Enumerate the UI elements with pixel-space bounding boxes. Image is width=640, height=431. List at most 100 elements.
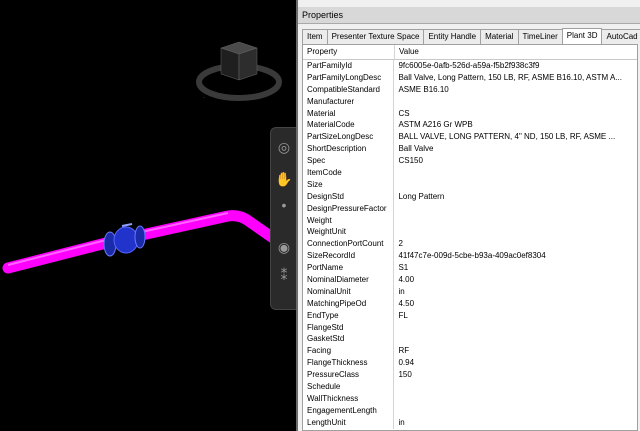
property-name: Schedule [303, 381, 395, 393]
tab-material[interactable]: Material [480, 29, 519, 44]
property-row[interactable]: MatchingPipeOd 4.50 [303, 297, 637, 310]
property-value [394, 226, 637, 238]
property-value [394, 203, 637, 215]
property-name: GasketStd [303, 333, 395, 346]
property-name: PartFamilyId [303, 60, 395, 72]
property-value: 4.00 [398, 275, 415, 285]
property-name: Spec [303, 155, 395, 168]
tab-timeliner[interactable]: TimeLiner [517, 29, 563, 44]
property-row[interactable]: PartSizeLongDesc BALL VALVE, LONG PATTERN… [303, 131, 637, 144]
property-row[interactable]: FlangeThickness 0.94 [303, 357, 637, 370]
properties-panel: Properties Item Presenter Texture Space … [296, 0, 640, 431]
property-name: NominalUnit [303, 285, 395, 298]
walk-icon[interactable]: ⁑ [275, 266, 293, 284]
property-name: PortName [303, 262, 395, 275]
property-name: MaterialCode [303, 119, 395, 132]
orbit-icon[interactable]: ◉ [275, 238, 293, 256]
ball-valve[interactable] [103, 223, 146, 257]
tab-entity-handle[interactable]: Entity Handle [423, 29, 482, 44]
property-row[interactable]: Material CS [303, 107, 637, 120]
property-value: in [398, 417, 405, 427]
property-row[interactable]: DesignStd Long Pattern [303, 190, 637, 203]
property-row[interactable]: FlangeStd [303, 321, 637, 334]
property-row[interactable]: WallThickness [303, 392, 637, 405]
property-row[interactable]: PartFamilyId 9fc6005e-0afb-526d-a59a-f5b2… [303, 60, 637, 72]
property-name: WallThickness [303, 392, 395, 405]
property-name: Material [303, 107, 395, 120]
property-row[interactable]: ItemCode [303, 167, 637, 179]
property-value: CS [398, 108, 410, 118]
property-value: Ball Valve [398, 144, 434, 154]
property-grid[interactable]: Property Value PartFamilyId 9fc6005e-0afb… [302, 44, 638, 431]
compass-marker: · [203, 95, 205, 101]
property-row[interactable]: NominalDiameter 4.00 [303, 274, 637, 286]
property-row[interactable]: CompatibleStandard ASME B16.10 [303, 83, 637, 96]
property-value: ASTM A216 Gr WPB [398, 120, 473, 130]
column-header-property[interactable]: Property [303, 45, 395, 59]
property-value: FL [398, 310, 408, 320]
property-name: WeightUnit [303, 226, 395, 239]
property-row[interactable]: DesignPressureFactor [303, 202, 637, 215]
property-row[interactable]: NominalUnit in [303, 285, 637, 298]
tab-autocad[interactable]: AutoCad [601, 29, 640, 44]
property-value [394, 393, 637, 405]
property-name: FlangeStd [303, 321, 395, 334]
navigation-bar: ◎ ✋ • ◉ ⁑ [270, 127, 296, 310]
property-value [394, 179, 637, 191]
property-name: Weight [303, 214, 395, 227]
property-row[interactable]: SizeRecordId 41f47c7e-009d-5cbe-b93a-409a… [303, 250, 637, 263]
property-row[interactable]: LengthUnit in [303, 416, 637, 429]
property-value [394, 322, 637, 334]
property-name: DesignStd [303, 190, 395, 203]
property-name: DesignPressureFactor [303, 202, 395, 215]
scene-canvas[interactable]: · [0, 0, 296, 431]
property-name: Size [303, 178, 395, 191]
pan-hand-icon[interactable]: ✋ [275, 170, 293, 188]
zoom-icon[interactable]: • [275, 196, 293, 214]
property-value: 9fc6005e-0afb-526d-a59a-f5b2f938c3f9 [398, 61, 540, 70]
property-value: 0.94 [398, 358, 415, 368]
property-name: CompatibleStandard [303, 83, 395, 96]
steering-wheel-icon[interactable]: ◎ [275, 138, 293, 156]
property-name: EndType [303, 309, 395, 322]
property-row[interactable]: PortName S1 [303, 262, 637, 275]
property-row[interactable]: MaterialCode ASTM A216 Gr WPB [303, 119, 637, 132]
property-name: FlangeThickness [303, 357, 395, 370]
property-value: in [398, 286, 405, 296]
property-row[interactable]: ConnectionPortCount 2 [303, 238, 637, 251]
property-row[interactable]: EndType FL [303, 309, 637, 322]
properties-tabs: Item Presenter Texture Space Entity Hand… [302, 28, 640, 45]
pipe-run[interactable] [2, 210, 296, 274]
property-row[interactable]: Schedule [303, 381, 637, 393]
property-row[interactable]: PartFamilyLongDesc Ball Valve, Long Patte… [303, 71, 637, 84]
3d-viewport[interactable]: · ◎ ✋ • ◉ ⁑ [0, 0, 296, 431]
property-value: 41f47c7e-009d-5cbe-b93a-409ac0ef8304 [398, 251, 546, 261]
property-value [394, 381, 637, 393]
tab-presenter-texture-space[interactable]: Presenter Texture Space [326, 29, 425, 44]
property-name: Facing [303, 345, 395, 358]
property-row[interactable]: EngagementLength [303, 404, 637, 417]
property-value [394, 167, 637, 179]
grid-header: Property Value [303, 45, 637, 60]
property-value: ASME B16.10 [398, 84, 449, 94]
property-row[interactable]: Weight [303, 214, 637, 227]
property-name: PressureClass [303, 369, 395, 382]
property-row[interactable]: Manufacturer [303, 95, 637, 108]
property-row[interactable]: PressureClass 150 [303, 369, 637, 382]
property-name: EngagementLength [303, 404, 395, 417]
property-value: S1 [398, 263, 409, 273]
tab-plant-3d[interactable]: Plant 3D [561, 28, 603, 45]
property-rows: PartFamilyId 9fc6005e-0afb-526d-a59a-f5b2… [303, 60, 637, 429]
property-name: ItemCode [303, 167, 395, 179]
viewcube[interactable] [220, 41, 258, 81]
tab-item[interactable]: Item [302, 29, 328, 44]
property-value [394, 215, 637, 227]
column-header-value[interactable]: Value [395, 45, 419, 59]
property-row[interactable]: WeightUnit [303, 226, 637, 239]
property-row[interactable]: ShortDescription Ball Valve [303, 143, 637, 156]
property-row[interactable]: GasketStd [303, 333, 637, 346]
property-row[interactable]: Facing RF [303, 345, 637, 358]
property-row[interactable]: Spec CS150 [303, 155, 637, 168]
property-value: Long Pattern [398, 191, 445, 201]
property-row[interactable]: Size [303, 178, 637, 191]
